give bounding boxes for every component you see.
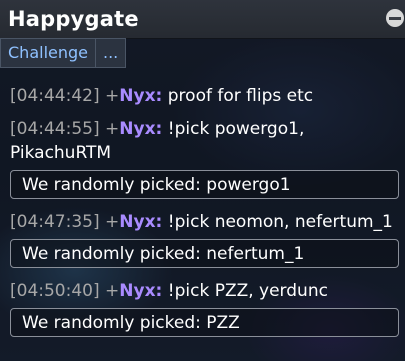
message-timestamp: [04:44:55] (10, 119, 100, 139)
title-bar[interactable]: Happygate (0, 0, 405, 39)
bot-notice: We randomly picked: PZZ (10, 308, 399, 337)
minimize-icon[interactable] (386, 9, 404, 27)
bot-notice: We randomly picked: nefertum_1 (10, 239, 399, 268)
message-timestamp: [04:44:42] (10, 86, 100, 106)
message-username[interactable]: Nyx: (119, 281, 162, 301)
tab-more[interactable]: ... (96, 38, 127, 68)
window-title: Happygate (8, 7, 139, 31)
user-rank: + (105, 119, 120, 139)
message-text: proof for flips etc (167, 86, 314, 106)
bot-notice: We randomly picked: powergo1 (10, 170, 399, 199)
chat-window: Happygate Challenge ... [04:44:42] +Nyx:… (0, 0, 405, 361)
user-rank: + (105, 281, 120, 301)
chat-message: [04:44:55] +Nyx: !pick powergo1, Pikachu… (0, 113, 405, 165)
chat-message: [04:47:35] +Nyx: !pick neomon, nefertum_… (0, 206, 405, 234)
message-username[interactable]: Nyx: (119, 212, 162, 232)
user-rank: + (105, 212, 120, 232)
message-username[interactable]: Nyx: (119, 119, 162, 139)
chat-log[interactable]: [04:44:42] +Nyx: proof for flips etc [04… (0, 80, 405, 344)
chat-message: [04:50:40] +Nyx: !pick PZZ, yerdunc (0, 275, 405, 303)
message-text: !pick PZZ, yerdunc (167, 281, 328, 301)
chat-message: [04:44:42] +Nyx: proof for flips etc (0, 80, 405, 108)
message-timestamp: [04:50:40] (10, 281, 100, 301)
tab-challenge[interactable]: Challenge (0, 38, 96, 68)
tab-bar: Challenge ... (0, 38, 127, 68)
message-timestamp: [04:47:35] (10, 212, 100, 232)
message-text: !pick neomon, nefertum_1 (167, 212, 393, 232)
message-username[interactable]: Nyx: (119, 86, 162, 106)
user-rank: + (105, 86, 120, 106)
